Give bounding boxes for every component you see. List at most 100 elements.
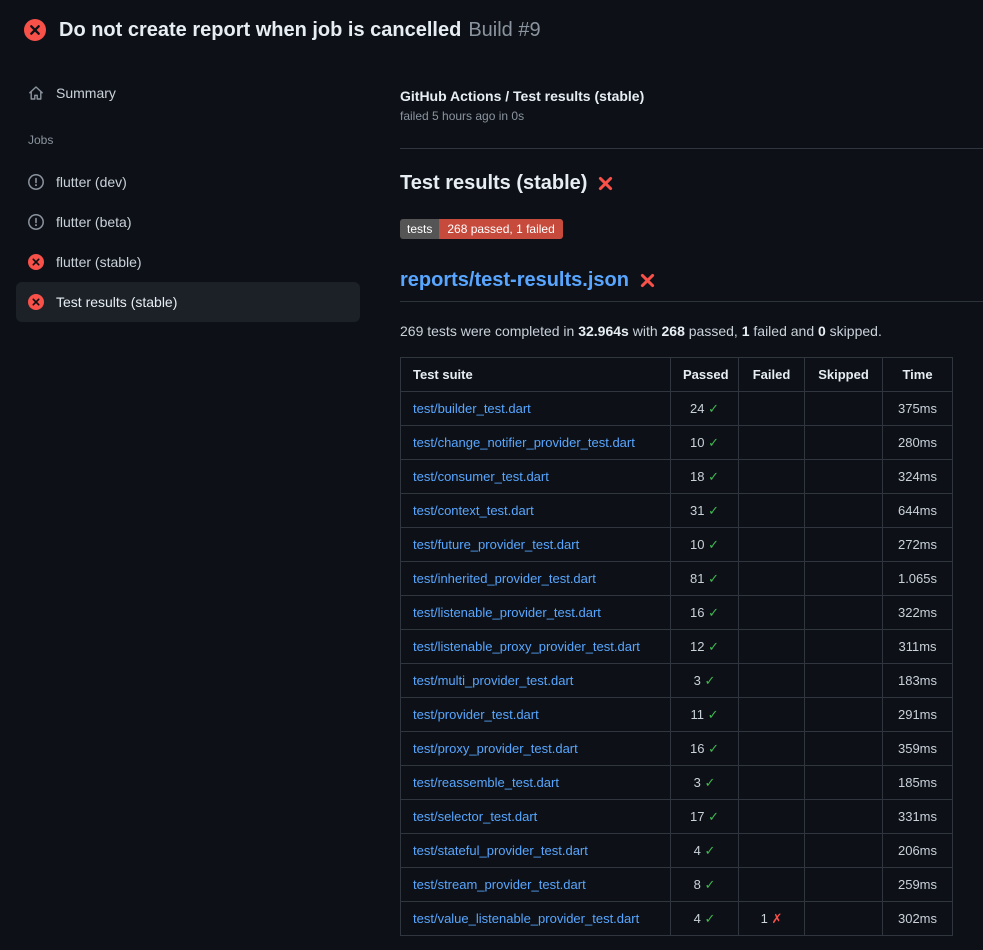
suite-link[interactable]: test/inherited_provider_test.dart — [413, 571, 596, 586]
table-row: test/future_provider_test.dart10 ✓272ms — [401, 528, 953, 562]
x-icon: ✗ — [771, 911, 782, 926]
build-number: Build #9 — [468, 19, 540, 41]
suite-link[interactable]: test/listenable_provider_test.dart — [413, 605, 601, 620]
suite-link[interactable]: test/provider_test.dart — [413, 707, 539, 722]
column-header-time: Time — [883, 358, 953, 392]
check-icon: ✓ — [708, 571, 719, 586]
check-icon: ✓ — [704, 877, 715, 892]
suite-link[interactable]: test/future_provider_test.dart — [413, 537, 579, 552]
time-cell: 322ms — [883, 596, 953, 630]
sidebar-item-label: Summary — [56, 85, 116, 101]
breadcrumb: GitHub Actions / Test results (stable) — [400, 86, 983, 106]
skipped-cell — [805, 392, 883, 426]
summary-text: skipped. — [826, 323, 882, 339]
check-icon: ✓ — [708, 809, 719, 824]
page-title: Do not create report when job is cancell… — [59, 17, 541, 43]
run-status-text: failed 5 hours ago in 0s — [400, 108, 983, 124]
sidebar-item-flutter-dev[interactable]: flutter (dev) — [16, 162, 360, 202]
suite-link[interactable]: test/builder_test.dart — [413, 401, 531, 416]
report-link[interactable]: reports/test-results.json — [400, 267, 629, 293]
test-summary-line: 269 tests were completed in 32.964s with… — [400, 322, 983, 340]
sidebar-item-flutter-beta[interactable]: flutter (beta) — [16, 202, 360, 242]
suite-link[interactable]: test/change_notifier_provider_test.dart — [413, 435, 635, 450]
failed-cell — [739, 392, 805, 426]
table-row: test/value_listenable_provider_test.dart… — [401, 902, 953, 936]
suite-link[interactable]: test/multi_provider_test.dart — [413, 673, 573, 688]
time-cell: 302ms — [883, 902, 953, 936]
table-row: test/listenable_proxy_provider_test.dart… — [401, 630, 953, 664]
suite-link[interactable]: test/proxy_provider_test.dart — [413, 741, 578, 756]
table-row: test/change_notifier_provider_test.dart1… — [401, 426, 953, 460]
suite-link[interactable]: test/stateful_provider_test.dart — [413, 843, 588, 858]
badge-value: 268 passed, 1 failed — [439, 219, 562, 239]
skipped-cell — [805, 800, 883, 834]
suite-cell: test/builder_test.dart — [401, 392, 671, 426]
time-cell: 280ms — [883, 426, 953, 460]
passed-cell: 16 ✓ — [671, 596, 739, 630]
check-heading-text: Test results (stable) — [400, 169, 587, 197]
time-cell: 375ms — [883, 392, 953, 426]
report-heading: reports/test-results.json — [400, 267, 983, 302]
time-cell: 331ms — [883, 800, 953, 834]
x-icon — [639, 272, 656, 289]
check-icon: ✓ — [708, 469, 719, 484]
suite-link[interactable]: test/context_test.dart — [413, 503, 534, 518]
main-content: GitHub Actions / Test results (stable) f… — [376, 56, 983, 936]
suite-link[interactable]: test/reassemble_test.dart — [413, 775, 559, 790]
jobs-section-label: Jobs — [16, 132, 360, 148]
skipped-cell — [805, 902, 883, 936]
passed-cell: 24 ✓ — [671, 392, 739, 426]
sidebar-item-label: flutter (stable) — [56, 254, 142, 270]
skipped-cell — [805, 834, 883, 868]
summary-text: failed and — [750, 323, 819, 339]
suite-link[interactable]: test/selector_test.dart — [413, 809, 537, 824]
passed-cell: 16 ✓ — [671, 732, 739, 766]
suite-cell: test/inherited_provider_test.dart — [401, 562, 671, 596]
table-row: test/provider_test.dart11 ✓291ms — [401, 698, 953, 732]
check-icon: ✓ — [704, 843, 715, 858]
summary-duration: 32.964s — [578, 323, 629, 339]
failed-cell — [739, 664, 805, 698]
check-icon: ✓ — [704, 673, 715, 688]
passed-cell: 3 ✓ — [671, 664, 739, 698]
passed-cell: 4 ✓ — [671, 902, 739, 936]
skipped-cell — [805, 596, 883, 630]
suite-link[interactable]: test/stream_provider_test.dart — [413, 877, 586, 892]
failed-cell — [739, 800, 805, 834]
sidebar-item-label: flutter (beta) — [56, 214, 131, 230]
skipped-cell — [805, 630, 883, 664]
sidebar-item-summary[interactable]: Summary — [16, 74, 360, 112]
summary-skipped-count: 0 — [818, 323, 826, 339]
check-run-header: Do not create report when job is cancell… — [0, 0, 983, 56]
table-row: test/multi_provider_test.dart3 ✓183ms — [401, 664, 953, 698]
sidebar-item-flutter-stable[interactable]: flutter (stable) — [16, 242, 360, 282]
passed-cell: 12 ✓ — [671, 630, 739, 664]
failed-cell — [739, 460, 805, 494]
passed-cell: 4 ✓ — [671, 834, 739, 868]
suite-link[interactable]: test/value_listenable_provider_test.dart — [413, 911, 639, 926]
check-icon: ✓ — [708, 741, 719, 756]
check-icon: ✓ — [708, 503, 719, 518]
table-row: test/listenable_provider_test.dart 16 ✓ 32… — [401, 596, 953, 630]
summary-text: 269 tests were completed in — [400, 323, 578, 339]
passed-cell: 18 ✓ — [671, 460, 739, 494]
table-row: test/builder_test.dart 24 ✓ 375ms — [401, 392, 953, 426]
failed-cell — [739, 562, 805, 596]
suite-cell: test/stream_provider_test.dart — [401, 868, 671, 902]
sidebar-item-test-results-stable[interactable]: Test results (stable) — [16, 282, 360, 322]
failed-cell — [739, 868, 805, 902]
divider — [400, 148, 983, 149]
stop-circle-icon — [28, 174, 44, 190]
check-icon: ✓ — [704, 911, 715, 926]
passed-cell: 31 ✓ — [671, 494, 739, 528]
summary-text: with — [629, 323, 662, 339]
column-header-skipped: Skipped — [805, 358, 883, 392]
summary-failed-count: 1 — [742, 323, 750, 339]
suite-link[interactable]: test/listenable_proxy_provider_test.dart — [413, 639, 640, 654]
failed-cell — [739, 766, 805, 800]
sidebar-item-label: Test results (stable) — [56, 294, 177, 310]
x-icon — [597, 175, 614, 192]
passed-cell: 11 ✓ — [671, 698, 739, 732]
suite-link[interactable]: test/consumer_test.dart — [413, 469, 549, 484]
time-cell: 324ms — [883, 460, 953, 494]
